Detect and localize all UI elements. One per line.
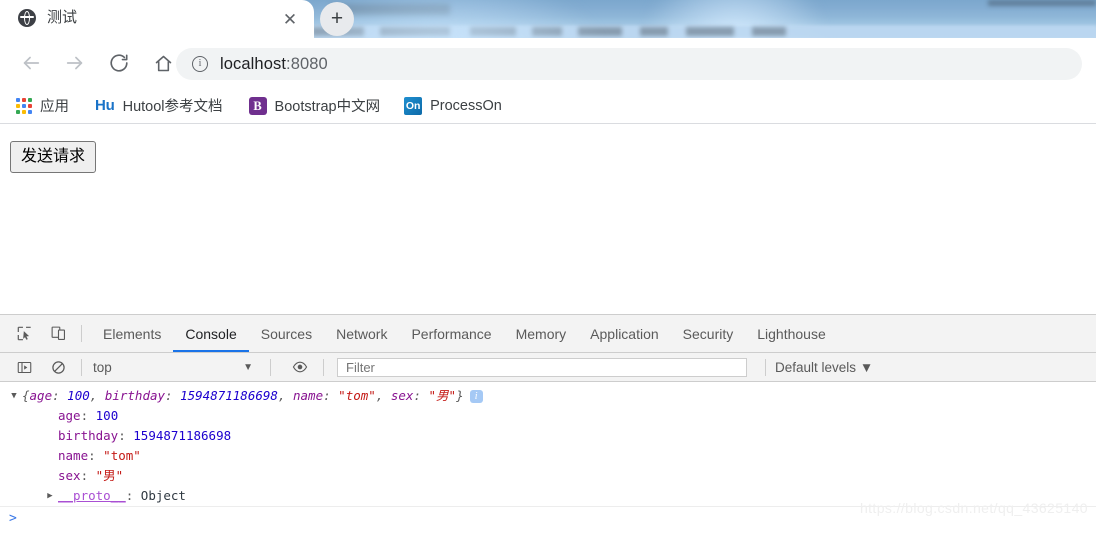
tab-lighthouse[interactable]: Lighthouse <box>745 316 838 352</box>
summary-key: name <box>293 388 324 403</box>
property-key: birthday <box>58 428 119 443</box>
console-property-row: name: "tom" <box>58 448 141 463</box>
inspect-element-icon[interactable] <box>10 320 38 348</box>
tab-security[interactable]: Security <box>671 316 746 352</box>
close-icon[interactable]: ✕ <box>281 11 299 29</box>
expand-twisty-icon[interactable]: ▼ <box>8 386 20 406</box>
execution-context-value: top <box>93 359 112 375</box>
property-value: "tom" <box>103 448 141 463</box>
console-sidebar-icon[interactable] <box>10 353 38 381</box>
log-levels-value: Default levels <box>775 359 857 375</box>
property-value: 100 <box>95 408 119 423</box>
property-value: "男" <box>95 468 124 483</box>
url-host: localhost <box>220 54 287 73</box>
tab-sources[interactable]: Sources <box>249 316 324 352</box>
summary-value: 1594871186698 <box>180 388 278 403</box>
browser-toolbar: localhost:8080 <box>0 38 1096 88</box>
expand-twisty-icon[interactable]: ▶ <box>44 486 56 506</box>
console-toolbar: top ▼ Default levels ▼ <box>0 353 1096 382</box>
blurred-menu-word <box>470 27 516 36</box>
devtools-tabbar: Elements Console Sources Network Perform… <box>0 315 1096 353</box>
console-property-row: age: 100 <box>58 408 119 423</box>
proto-key: __proto__ <box>58 488 126 503</box>
property-key: name <box>58 448 89 463</box>
blurred-menu-word <box>380 27 450 36</box>
divider <box>765 358 766 376</box>
summary-value: 100 <box>67 388 90 403</box>
blurred-window-controls <box>988 0 1096 6</box>
tab-strip: 测试 ✕ + <box>0 0 386 38</box>
home-icon[interactable] <box>146 46 180 80</box>
brace-close: } <box>456 388 464 403</box>
site-info-icon[interactable] <box>192 56 208 72</box>
property-value: 1594871186698 <box>133 428 232 443</box>
log-levels-select[interactable]: Default levels ▼ <box>775 360 873 375</box>
bookmark-bootstrap[interactable]: B Bootstrap中文网 <box>248 95 381 116</box>
device-toolbar-icon[interactable] <box>44 320 72 348</box>
blurred-menu-word <box>640 27 668 36</box>
chevron-down-icon: ▼ <box>859 359 874 375</box>
bookmark-apps[interactable]: 应用 <box>16 95 69 116</box>
address-bar[interactable]: localhost:8080 <box>176 48 1082 80</box>
blurred-menu-word <box>686 27 734 36</box>
page-viewport: 发送请求 <box>0 124 1096 314</box>
reload-icon[interactable] <box>102 46 136 80</box>
back-arrow-icon[interactable] <box>14 46 48 80</box>
blurred-menu-word <box>578 27 622 36</box>
property-key: sex <box>58 468 81 483</box>
blurred-menu-word <box>752 27 786 36</box>
summary-value: "男" <box>428 388 457 403</box>
divider <box>270 358 271 376</box>
bookmark-label: 应用 <box>40 99 69 115</box>
url-port: :8080 <box>286 54 328 73</box>
summary-key: sex <box>390 388 414 403</box>
blurred-menu-word <box>532 27 562 36</box>
divider <box>81 325 82 342</box>
console-output: ▼ {age: 100, birthday: 1594871186698, nam… <box>0 382 1096 506</box>
tab-network[interactable]: Network <box>324 316 399 352</box>
divider <box>323 358 324 376</box>
tab-elements[interactable]: Elements <box>91 316 173 352</box>
summary-key: age <box>29 388 53 403</box>
console-property-row: sex: "男" <box>58 468 124 483</box>
bookmark-label: Hutool参考文档 <box>122 99 223 115</box>
tab-memory[interactable]: Memory <box>504 316 579 352</box>
prompt-caret-icon: > <box>9 511 17 526</box>
console-property-row: birthday: 1594871186698 <box>58 428 232 443</box>
bookmark-processon[interactable]: On ProcessOn <box>404 96 502 115</box>
send-request-button[interactable]: 发送请求 <box>10 141 97 173</box>
tab-title: 测试 <box>47 9 78 26</box>
brace-open: { <box>22 388 30 403</box>
browser-tab[interactable]: 测试 ✕ <box>0 0 314 38</box>
execution-context-select[interactable]: top ▼ <box>93 357 261 377</box>
address-bar-url: localhost:8080 <box>220 55 328 74</box>
proto-value: Object <box>140 488 186 503</box>
apps-grid-icon <box>16 97 32 114</box>
summary-key: birthday <box>104 388 166 403</box>
globe-icon <box>18 9 36 27</box>
browser-window: 测试 ✕ + localhost:8080 <box>0 0 1096 534</box>
chevron-down-icon: ▼ <box>243 361 253 373</box>
info-badge-icon[interactable]: i <box>469 390 483 403</box>
console-message-summary[interactable]: ▼ {age: 100, birthday: 1594871186698, nam… <box>0 386 1096 406</box>
processon-icon: On <box>404 96 423 115</box>
bookmark-label: ProcessOn <box>430 97 502 114</box>
new-tab-button[interactable]: + <box>320 2 354 36</box>
clear-console-icon[interactable] <box>44 353 72 381</box>
bookmark-hutool[interactable]: Hu Hutool参考文档 <box>95 95 223 116</box>
divider <box>81 358 82 376</box>
live-expression-eye-icon[interactable] <box>286 353 314 381</box>
property-key: age <box>58 408 81 423</box>
filter-input[interactable] <box>337 357 747 377</box>
forward-arrow-icon[interactable] <box>58 46 92 80</box>
bookmark-label: Bootstrap中文网 <box>274 99 381 115</box>
tab-console[interactable]: Console <box>173 316 248 352</box>
tab-application[interactable]: Application <box>578 316 671 352</box>
summary-value: "tom" <box>338 388 376 403</box>
hutool-icon: Hu <box>95 96 115 114</box>
bootstrap-icon: B <box>248 96 267 115</box>
bookmarks-bar: 应用 Hu Hutool参考文档 B Bootstrap中文网 On Proce… <box>0 88 1096 124</box>
tab-performance[interactable]: Performance <box>399 316 503 352</box>
watermark: https://blog.csdn.net/qq_43625140 <box>859 500 1088 516</box>
